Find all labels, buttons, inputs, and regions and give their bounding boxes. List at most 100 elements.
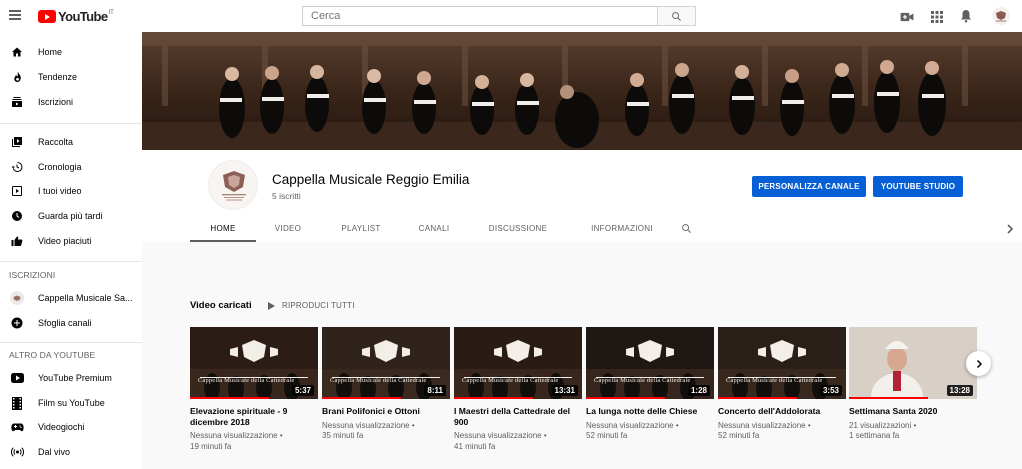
sidebar-item-label: YouTube Premium xyxy=(38,373,112,383)
menu-icon[interactable] xyxy=(9,10,21,20)
sidebar-item-channel[interactable]: Cappella Musicale Sa... xyxy=(0,286,142,310)
video-card[interactable]: Cappella Musicale della Cattedrale 3:53 Co… xyxy=(718,327,846,442)
sidebar-item-dal-vivo[interactable]: Dal vivo xyxy=(0,440,142,464)
tab-informazioni[interactable]: INFORMAZIONI xyxy=(570,214,674,242)
customize-channel-button[interactable]: PERSONALIZZA CANALE xyxy=(752,176,866,197)
video-thumbnail[interactable]: Cappella Musicale della Cattedrale 8:11 xyxy=(322,327,450,399)
chevron-right-icon xyxy=(1007,224,1014,234)
video-title[interactable]: La lunga notte delle Chiese xyxy=(586,406,714,417)
more-from-youtube-heading: ALTRO DA YOUTUBE xyxy=(9,350,96,360)
play-all-button[interactable]: RIPRODUCI TUTTI xyxy=(268,301,355,310)
video-metadata: Nessuna visualizzazione • 19 minuti fa xyxy=(190,431,318,452)
video-duration: 13:28 xyxy=(946,385,973,396)
watch-progress-bar xyxy=(849,397,929,399)
video-card[interactable]: Cappella Musicale della Cattedrale 8:11 Br… xyxy=(322,327,450,442)
video-thumbnail[interactable]: Cappella Musicale della Cattedrale 3:53 xyxy=(718,327,846,399)
channel-avatar[interactable] xyxy=(208,160,258,210)
meta-separator: • xyxy=(911,420,917,430)
sidebar-item-label: Tendenze xyxy=(38,72,78,82)
tab-canali[interactable]: CANALI xyxy=(402,214,466,242)
sidebar-item-film-su-youtube[interactable]: Film su YouTube xyxy=(0,391,142,415)
channel-banner xyxy=(142,32,1022,150)
sidebar-item-label: Dal vivo xyxy=(38,447,71,457)
tab-playlist[interactable]: PLAYLIST xyxy=(320,214,402,242)
search-input[interactable] xyxy=(302,6,657,26)
channel-name: Cappella Musicale Reggio Emilia xyxy=(272,172,470,187)
tabs-scroll-right-button[interactable] xyxy=(1004,222,1016,234)
sidebar-item-sfoglia-canali[interactable]: Sfoglia canali xyxy=(0,311,142,335)
tab-video[interactable]: VIDEO xyxy=(256,214,320,242)
chevron-right-icon xyxy=(976,359,982,368)
video-card[interactable]: Cappella Musicale della Cattedrale 13:31 I… xyxy=(454,327,582,452)
sidebar-item-youtube-premium[interactable]: YouTube Premium xyxy=(0,366,142,390)
video-metadata: Nessuna visualizzazione • 52 minuti fa xyxy=(586,421,714,442)
top-bar: YouTube IT xyxy=(0,0,1022,32)
account-avatar[interactable] xyxy=(992,7,1010,25)
video-age: 19 minuti fa xyxy=(190,441,232,451)
watch-progress-bar xyxy=(586,397,666,399)
subscriptions-heading: ISCRIZIONI xyxy=(9,270,56,280)
sidebar-item-iscrizioni[interactable]: Iscrizioni xyxy=(0,90,142,114)
sidebar-item-cronologia[interactable]: Cronologia xyxy=(0,155,142,179)
video-views: Nessuna visualizzazione xyxy=(454,431,542,440)
sidebar-item-label: Raccolta xyxy=(38,137,74,147)
video-metadata: Nessuna visualizzazione • 52 minuti fa xyxy=(718,421,846,442)
video-thumbnail[interactable]: Cappella Musicale della Cattedrale 1:28 xyxy=(586,327,714,399)
youtube-logo[interactable]: YouTube IT xyxy=(38,9,114,24)
sidebar-item-tendenze[interactable]: Tendenze xyxy=(0,65,142,89)
tab-discussione[interactable]: DISCUSSIONE xyxy=(466,214,570,242)
create-video-button[interactable] xyxy=(900,10,914,22)
search-button[interactable] xyxy=(657,6,696,26)
video-views: Nessuna visualizzazione xyxy=(190,431,278,440)
video-card[interactable]: Cappella Musicale della Cattedrale 1:28 La… xyxy=(586,327,714,442)
apps-button[interactable] xyxy=(931,10,943,23)
sidebar-item-label: Video piaciuti xyxy=(38,236,92,246)
video-title[interactable]: Elevazione spirituale - 9 dicembre 2018 xyxy=(190,406,318,427)
video-title[interactable]: I Maestri della Cattedrale del 900 xyxy=(454,406,582,427)
youtube-studio-button[interactable]: YOUTUBE STUDIO xyxy=(873,176,963,197)
video-camera-icon xyxy=(900,12,914,22)
video-duration: 8:11 xyxy=(424,385,446,396)
sidebar-item-home[interactable]: Home xyxy=(0,40,142,64)
video-views: Nessuna visualizzazione xyxy=(718,420,806,430)
watch-progress-bar xyxy=(190,397,270,399)
watch-progress-bar xyxy=(718,397,798,399)
tab-home[interactable]: HOME xyxy=(190,214,256,242)
video-thumbnail[interactable]: Cappella Musicale della Cattedrale 13:31 xyxy=(454,327,582,399)
video-age: 41 minuti fa xyxy=(454,441,496,451)
library-icon xyxy=(10,135,24,149)
video-metadata: Nessuna visualizzazione • 35 minuti fa xyxy=(322,421,450,442)
watch-later-icon xyxy=(10,209,24,223)
sidebar-divider xyxy=(0,342,142,343)
apps-grid-icon xyxy=(931,11,943,23)
channel-avatar-icon xyxy=(10,291,24,305)
shelf-next-button[interactable] xyxy=(966,351,991,376)
video-title[interactable]: Brani Polifonici e Ottoni xyxy=(322,406,450,417)
video-views: Nessuna visualizzazione xyxy=(322,420,410,430)
thumb-up-icon xyxy=(10,234,24,248)
meta-separator: • xyxy=(541,431,547,440)
video-title[interactable]: Settimana Santa 2020 xyxy=(849,406,977,417)
sidebar-item-video-piaciuti[interactable]: Video piaciuti xyxy=(0,229,142,253)
sidebar-item-raccolta[interactable]: Raccolta xyxy=(0,130,142,154)
bell-icon xyxy=(961,10,971,23)
sidebar-divider xyxy=(0,123,142,124)
play-all-label: RIPRODUCI TUTTI xyxy=(282,301,355,310)
sidebar-item-label: Cronologia xyxy=(38,162,82,172)
sidebar-item-i-tuoi-video[interactable]: I tuoi video xyxy=(0,179,142,203)
video-card[interactable]: 13:28 Settimana Santa 2020 21 visualizzazi… xyxy=(849,327,977,442)
watch-progress-bar xyxy=(454,397,534,399)
sidebar-item-guarda-piu-tardi[interactable]: Guarda più tardi xyxy=(0,204,142,228)
notifications-button[interactable] xyxy=(960,9,972,23)
video-card[interactable]: Cappella Musicale della Cattedrale 5:37 El… xyxy=(190,327,318,452)
sidebar-item-videogiochi[interactable]: Videogiochi xyxy=(0,415,142,439)
crest-icon xyxy=(996,11,1006,22)
thumbnail-caption: Cappella Musicale della Cattedrale xyxy=(594,377,691,384)
play-icon xyxy=(268,301,275,310)
thumbnail-caption: Cappella Musicale della Cattedrale xyxy=(462,377,559,384)
video-thumbnail[interactable]: 13:28 xyxy=(849,327,977,399)
meta-separator: • xyxy=(277,431,283,440)
video-title[interactable]: Concerto dell'Addolorata xyxy=(718,406,846,417)
video-thumbnail[interactable]: Cappella Musicale della Cattedrale 5:37 xyxy=(190,327,318,399)
channel-search-button[interactable] xyxy=(674,214,698,242)
